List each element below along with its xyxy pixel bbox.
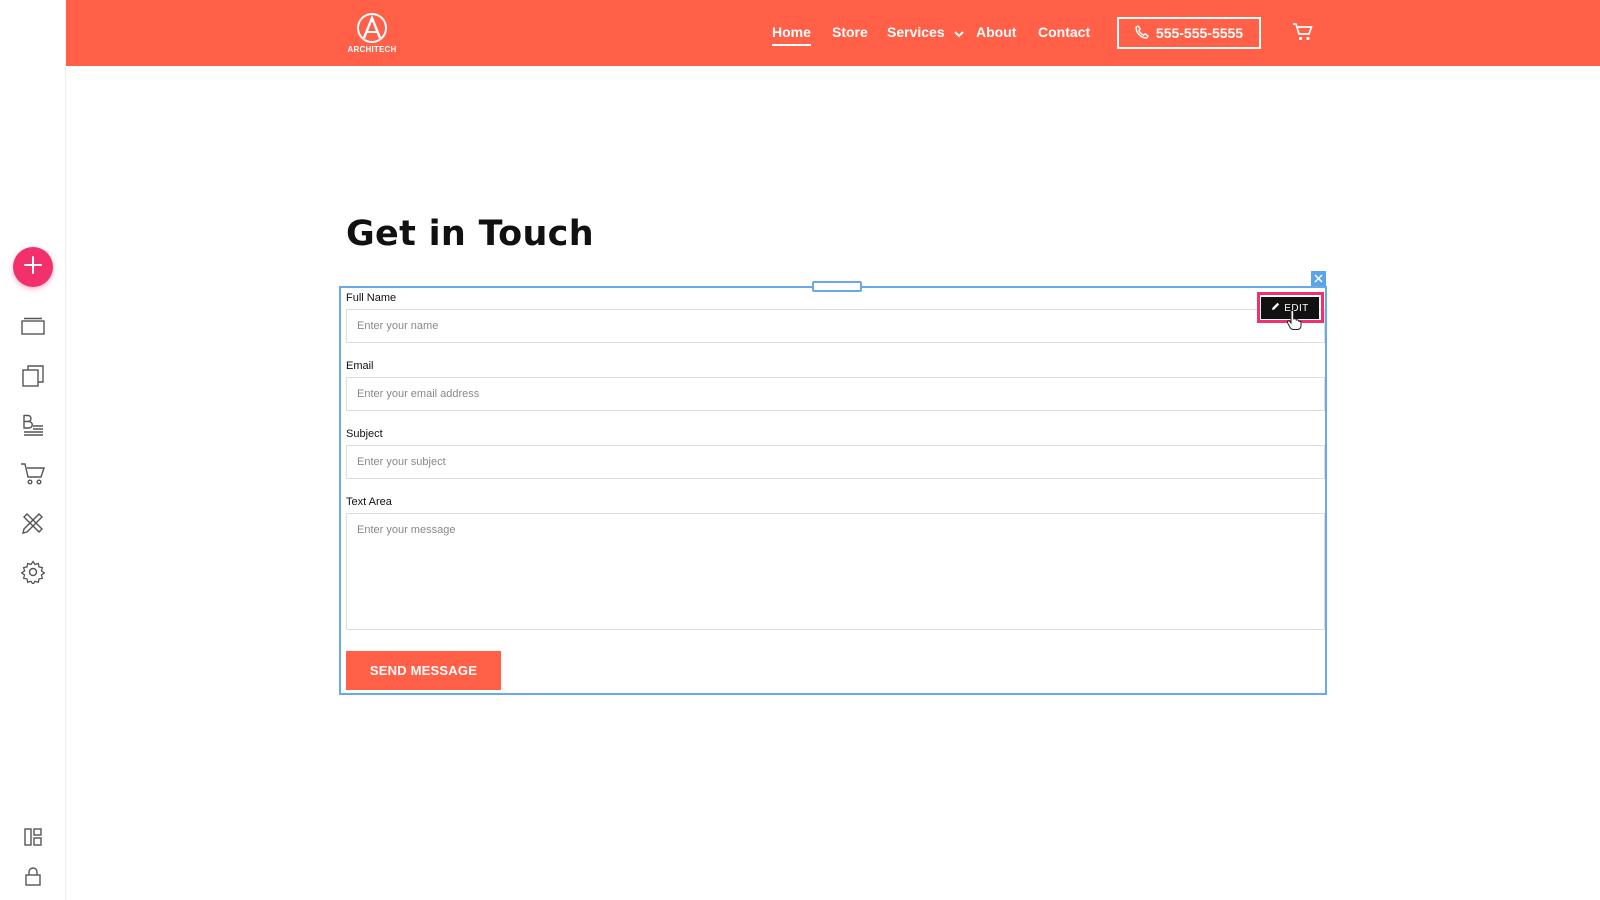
cart-icon bbox=[1292, 23, 1314, 46]
cart-button[interactable] bbox=[1292, 22, 1314, 44]
message-label: Text Area bbox=[346, 496, 392, 508]
blog-tool-button[interactable] bbox=[19, 411, 47, 439]
remove-block-button[interactable] bbox=[1311, 271, 1326, 286]
nav-store[interactable]: Store bbox=[832, 24, 868, 40]
phone-button[interactable]: 555-555-5555 bbox=[1117, 17, 1261, 49]
logo-mark-icon bbox=[357, 13, 387, 43]
close-icon bbox=[1314, 270, 1323, 288]
full-name-input[interactable]: Enter your name bbox=[346, 309, 1325, 343]
drag-handle[interactable] bbox=[812, 281, 862, 292]
logo-text: ARCHITECH bbox=[347, 45, 397, 54]
nav-home[interactable]: Home bbox=[772, 24, 811, 46]
design-tool-button[interactable] bbox=[19, 509, 47, 537]
phone-number: 555-555-5555 bbox=[1155, 25, 1244, 41]
design-tools-icon bbox=[21, 511, 45, 535]
nav-about[interactable]: About bbox=[976, 24, 1016, 40]
editor-sidebar bbox=[0, 0, 66, 900]
page-title: Get in Touch bbox=[346, 214, 594, 254]
subject-label: Subject bbox=[346, 428, 383, 440]
nav-services-label: Services bbox=[887, 24, 945, 40]
edit-button[interactable]: EDIT bbox=[1261, 297, 1319, 319]
full-name-label: Full Name bbox=[346, 292, 397, 304]
add-icon bbox=[23, 255, 43, 280]
site-header: ARCHITECH Home Store Services About Cont… bbox=[66, 0, 1600, 66]
layout-tool-button[interactable] bbox=[19, 823, 47, 851]
chevron-down-icon bbox=[953, 25, 964, 41]
pencil-icon bbox=[1271, 302, 1280, 314]
settings-gear-icon bbox=[21, 560, 45, 584]
layout-icon bbox=[23, 827, 43, 847]
blog-icon bbox=[21, 413, 45, 437]
send-message-button[interactable]: SEND MESSAGE bbox=[346, 651, 501, 690]
email-input[interactable]: Enter your email address bbox=[346, 377, 1325, 411]
subject-input[interactable]: Enter your subject bbox=[346, 445, 1325, 479]
message-textarea[interactable]: Enter your message bbox=[346, 513, 1325, 630]
add-element-button[interactable] bbox=[13, 247, 53, 287]
edit-label: EDIT bbox=[1284, 302, 1309, 314]
pages-icon bbox=[21, 317, 45, 337]
pages-tool-button[interactable] bbox=[19, 313, 47, 341]
settings-tool-button[interactable] bbox=[19, 558, 47, 586]
lock-icon bbox=[24, 867, 42, 887]
store-tool-button[interactable] bbox=[19, 460, 47, 488]
phone-icon bbox=[1135, 24, 1149, 42]
layers-icon bbox=[21, 364, 45, 388]
layers-tool-button[interactable] bbox=[19, 362, 47, 390]
site-logo[interactable]: ARCHITECH bbox=[342, 12, 402, 56]
contact-form-block[interactable]: Full Name Enter your name Email Enter yo… bbox=[339, 271, 1327, 695]
email-label: Email bbox=[346, 360, 374, 372]
store-cart-icon bbox=[20, 462, 46, 486]
nav-services[interactable]: Services bbox=[887, 24, 964, 41]
nav-contact[interactable]: Contact bbox=[1038, 24, 1090, 40]
lock-tool-button[interactable] bbox=[19, 863, 47, 891]
